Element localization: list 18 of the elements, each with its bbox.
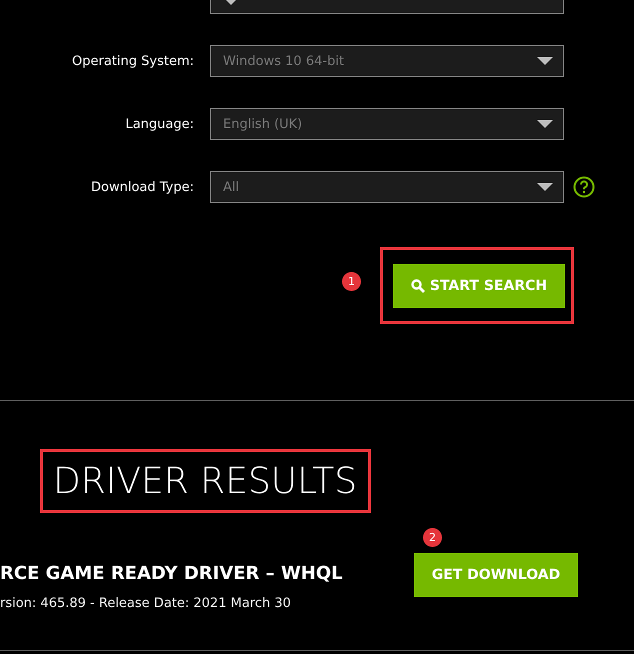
field-label: Language: [124, 116, 194, 132]
dropdown-field[interactable]: English (UK) [210, 108, 564, 140]
driver-details: rsion: 465.89 - Release Date: 2021 March 30 [0, 596, 292, 611]
field-label: Download Type: [90, 180, 194, 194]
caret-icon [537, 120, 553, 128]
step-badge: 1 [342, 272, 361, 291]
caret-icon [537, 57, 553, 65]
field-label: Operating System: [71, 54, 194, 68]
step-badge: 2 [423, 528, 442, 547]
dropdown-field[interactable]: All [210, 171, 564, 203]
get-download-button[interactable]: GET DOWNLOAD [414, 553, 578, 597]
driver-title: RCE GAME READY DRIVER – WHQL [0, 563, 344, 584]
help-icon[interactable] [573, 176, 595, 198]
dropdown-field[interactable]: Windows 10 64-bit [210, 45, 564, 77]
search-icon [410, 279, 425, 293]
results-heading: DRIVER RESULTS [40, 449, 371, 513]
caret-icon [537, 183, 553, 191]
start-search-button[interactable]: START SEARCH [393, 264, 565, 308]
